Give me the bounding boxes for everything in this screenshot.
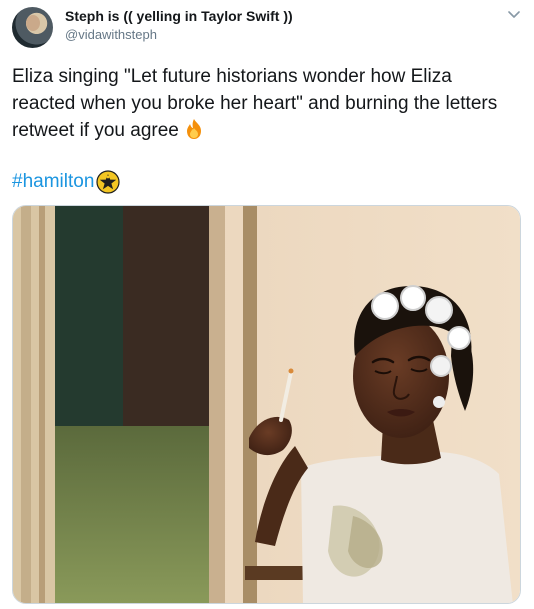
tweet-text: Eliza singing "Let future historians won…: [12, 63, 517, 144]
tweet-photo[interactable]: [12, 205, 521, 604]
fire-emoji-icon: [183, 118, 205, 140]
hamilton-star-icon: [96, 169, 120, 194]
tweet-menu-button[interactable]: [504, 6, 524, 26]
user-handle[interactable]: @vidawithsteph: [65, 27, 293, 43]
chevron-down-icon: [507, 7, 521, 26]
tweet-body: Eliza singing "Let future historians won…: [12, 66, 498, 141]
hashtag-line: #hamilton: [12, 168, 120, 195]
display-name[interactable]: Steph is (( yelling in Taylor Swift )): [65, 8, 293, 25]
hashtag-link[interactable]: #hamilton: [12, 168, 94, 195]
tweet-card: Steph is (( yelling in Taylor Swift )) @…: [0, 0, 534, 609]
photo-illustration: [13, 206, 520, 603]
avatar[interactable]: [12, 7, 53, 48]
tweet-header: Steph is (( yelling in Taylor Swift )) @…: [65, 8, 293, 42]
